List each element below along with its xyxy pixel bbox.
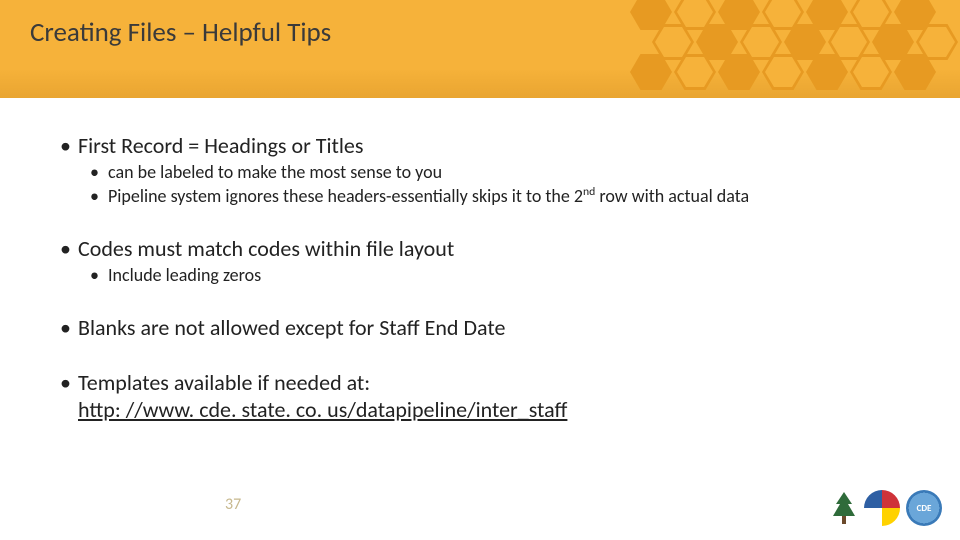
bullet-text: Templates available if needed at:	[78, 369, 370, 396]
footer-logos: CDE	[830, 490, 942, 526]
bullet-level1: •Blanks are not allowed except for Staff…	[60, 314, 930, 341]
bullet-level2: •Pipeline system ignores these headers-e…	[90, 185, 930, 207]
template-link[interactable]: http: //www. cde. state. co. us/datapipe…	[78, 396, 567, 423]
bullet-level2: •can be labeled to make the most sense t…	[90, 161, 930, 183]
colorado-logo-icon	[864, 490, 900, 526]
page-number: 37	[225, 495, 241, 514]
bullet-marker: •	[90, 161, 108, 183]
bullet-marker: •	[60, 132, 78, 159]
bullet-text: Codes must match codes within file layou…	[78, 235, 454, 262]
superscript: nd	[583, 185, 595, 199]
slide-title: Creating Files – Helpful Tips	[30, 16, 331, 49]
bullet-spacer	[60, 396, 78, 423]
bullet-text: Blanks are not allowed except for Staff …	[78, 314, 505, 341]
bullet-text: Include leading zeros	[108, 264, 261, 286]
bullet-level1: •Templates available if needed at: http:…	[60, 369, 930, 423]
slide-body: •First Record = Headings or Titles •can …	[60, 118, 930, 423]
bullet-text: First Record = Headings or Titles	[78, 132, 363, 159]
bullet-text-pre: Pipeline system ignores these headers-es…	[108, 185, 583, 207]
bullet-marker: •	[60, 235, 78, 262]
cde-logo-icon: CDE	[906, 490, 942, 526]
slide-header: Creating Files – Helpful Tips	[0, 0, 960, 98]
bullet-marker: •	[90, 264, 108, 286]
tree-logo-icon	[830, 490, 858, 526]
bullet-marker: •	[60, 369, 78, 396]
bullet-marker: •	[60, 314, 78, 341]
bullet-text-post: row with actual data	[595, 185, 749, 207]
bullet-level1: •First Record = Headings or Titles	[60, 132, 930, 159]
honeycomb-decoration	[620, 0, 960, 98]
bullet-level2: •Include leading zeros	[90, 264, 930, 286]
bullet-text: can be labeled to make the most sense to…	[108, 161, 442, 183]
bullet-marker: •	[90, 185, 108, 207]
cde-logo-text: CDE	[917, 503, 932, 514]
bullet-level1: •Codes must match codes within file layo…	[60, 235, 930, 262]
